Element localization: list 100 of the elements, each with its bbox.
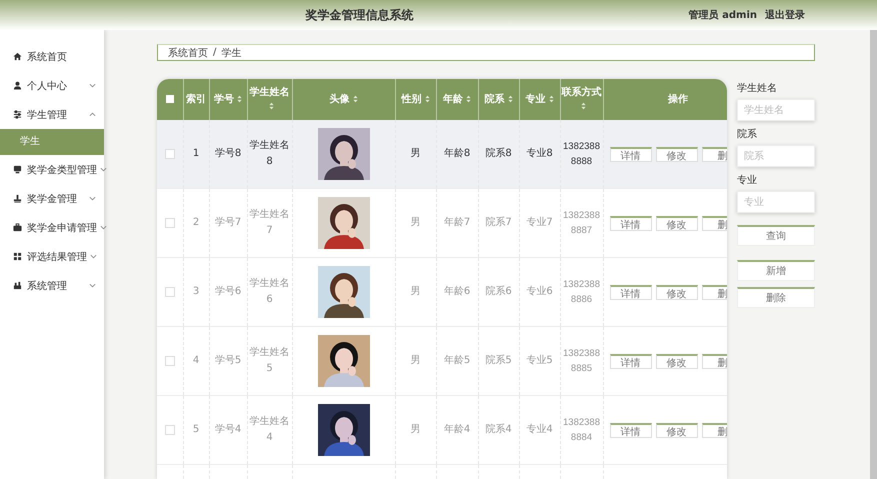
add-button[interactable]: 新增	[737, 260, 815, 281]
age-cell: 年龄6	[436, 258, 478, 326]
column-header: 学生姓名	[247, 79, 292, 120]
edit-button[interactable]: 修改	[656, 284, 698, 300]
select-all-checkbox[interactable]	[166, 94, 174, 103]
major-cell: 专业7	[519, 188, 560, 258]
row-checkbox[interactable]	[164, 286, 175, 297]
nav-icon	[13, 165, 22, 174]
delete-button[interactable]: 删除	[737, 287, 815, 308]
sort-icon[interactable]	[466, 94, 471, 103]
student-name-cell: 学生姓名8	[247, 120, 292, 188]
logout-link[interactable]: 退出登录	[765, 8, 805, 22]
delete-button[interactable]: 删	[702, 284, 727, 300]
sort-icon[interactable]	[580, 102, 586, 110]
phone-cell: 13823888886	[560, 258, 603, 326]
nav-icon	[13, 223, 22, 232]
search-field[interactable]: 学生姓名	[737, 99, 815, 121]
row-checkbox[interactable]	[164, 218, 175, 228]
edit-button[interactable]: 修改	[656, 216, 698, 230]
delete-button[interactable]: 删	[702, 216, 727, 230]
nav-icon	[13, 81, 22, 90]
column-header: 性别	[395, 79, 436, 120]
sidebar-item[interactable]: 个人中心	[0, 71, 104, 100]
column-header: 头像	[292, 79, 395, 120]
sidebar-item[interactable]: 系统首页	[0, 42, 104, 71]
nav-icon	[13, 252, 22, 261]
row-checkbox[interactable]	[164, 148, 175, 159]
filter-label: 学生姓名	[737, 82, 778, 95]
sidebar-item[interactable]: 奖学金申请管理	[0, 213, 104, 242]
gender-cell: 男	[395, 396, 436, 464]
sidebar-item[interactable]: 奖学金类型管理	[0, 155, 104, 184]
phone-cell: 13823888888	[560, 120, 603, 188]
breadcrumb-link[interactable]: 学生	[221, 46, 242, 60]
student-number-cell: 学号6	[209, 258, 247, 326]
column-header: 专业	[519, 79, 560, 120]
details-button[interactable]: 详情	[610, 284, 652, 300]
phone-cell: 13823888884	[560, 396, 603, 464]
details-button[interactable]: 详情	[610, 422, 652, 438]
gender-cell: 男	[395, 326, 436, 396]
edit-button[interactable]: 修改	[656, 146, 698, 162]
age-cell: 年龄8	[436, 120, 478, 188]
department-cell: 院系5	[478, 326, 519, 396]
sidebar-item[interactable]: 学生管理	[0, 100, 104, 129]
gender-cell: 男	[395, 188, 436, 258]
sidebar-item[interactable]: 系统管理	[0, 271, 104, 300]
gender-cell: 男	[395, 258, 436, 326]
details-button[interactable]: 详情	[610, 216, 652, 230]
app-title: 奖学金管理信息系统	[304, 6, 414, 24]
row-checkbox[interactable]	[164, 356, 175, 366]
age-cell: 年龄7	[436, 188, 478, 258]
gender-cell: 男	[395, 120, 436, 188]
column-header: 年龄	[436, 79, 478, 120]
sidebar-subitem[interactable]: 学生	[0, 129, 104, 155]
column-header: 院系	[478, 79, 519, 120]
delete-button[interactable]: 删	[702, 422, 727, 438]
row-checkbox[interactable]	[164, 424, 175, 435]
sort-icon[interactable]	[508, 94, 512, 103]
major-cell: 专业4	[519, 396, 560, 464]
department-cell: 院系7	[478, 188, 519, 258]
student-number-cell: 学号5	[209, 326, 247, 396]
breadcrumb-separator: /	[213, 47, 216, 58]
filter-label: 院系	[737, 128, 758, 141]
sort-icon[interactable]	[268, 102, 274, 110]
major-cell: 专业6	[519, 258, 560, 326]
nav-icon	[13, 281, 22, 290]
search-field[interactable]: 专业	[737, 191, 815, 213]
sort-icon[interactable]	[237, 94, 242, 103]
department-cell: 院系6	[478, 258, 519, 326]
index-cell: 1	[183, 120, 209, 188]
delete-button[interactable]: 删	[702, 146, 727, 162]
age-cell: 年龄4	[436, 396, 478, 464]
major-cell: 专业5	[519, 326, 560, 396]
delete-button[interactable]: 删	[702, 354, 727, 368]
major-cell: 专业8	[519, 120, 560, 188]
nav-icon	[13, 110, 22, 119]
scrollbar[interactable]	[870, 30, 877, 479]
index-cell: 2	[183, 188, 209, 258]
department-cell: 院系4	[478, 396, 519, 464]
query-button[interactable]: 查询	[737, 225, 815, 246]
search-field[interactable]: 院系	[737, 145, 815, 167]
user-name: 管理员 admin	[688, 8, 757, 22]
sort-icon[interactable]	[424, 94, 430, 103]
column-header: 索引	[183, 79, 209, 120]
sidebar-item[interactable]: 评选结果管理	[0, 242, 104, 271]
sort-icon[interactable]	[548, 94, 554, 103]
index-cell: 4	[183, 326, 209, 396]
student-number-cell: 学号8	[209, 120, 247, 188]
edit-button[interactable]: 修改	[656, 354, 698, 368]
edit-button[interactable]: 修改	[656, 422, 698, 438]
column-header: 学号	[209, 79, 247, 120]
nav-icon	[13, 52, 22, 61]
student-name-cell: 学生姓名6	[247, 258, 292, 326]
student-name-cell: 学生姓名5	[247, 326, 292, 396]
column-header: 联系方式	[560, 79, 603, 120]
breadcrumb-link[interactable]: 系统首页	[168, 46, 208, 60]
details-button[interactable]: 详情	[610, 354, 652, 368]
phone-cell: 13823888885	[560, 326, 603, 396]
details-button[interactable]: 详情	[610, 146, 652, 162]
sort-icon[interactable]	[352, 94, 358, 103]
sidebar-item[interactable]: 奖学金管理	[0, 184, 104, 213]
